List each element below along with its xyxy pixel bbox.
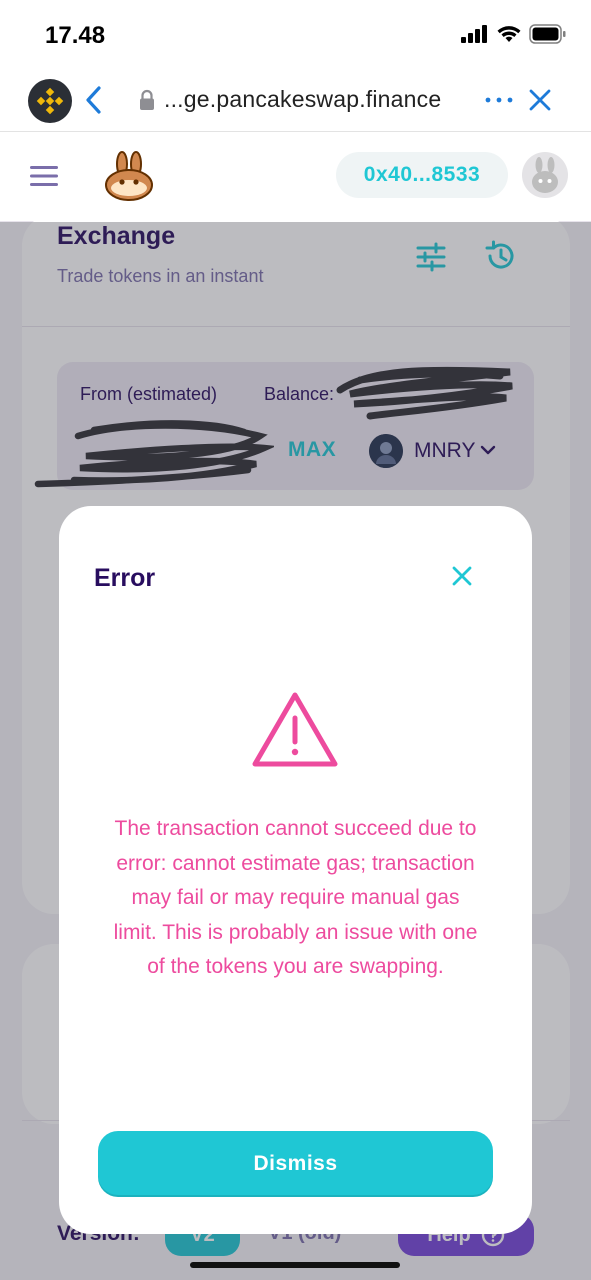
lock-icon [140,89,154,110]
wifi-icon [497,26,521,42]
close-icon[interactable] [452,566,472,586]
account-button[interactable]: 0x40...8533 [336,152,508,198]
warning-triangle-icon [252,692,338,767]
error-message: The transaction cannot succeed due to er… [113,817,478,978]
battery-icon [529,24,566,44]
dismiss-button[interactable]: Dismiss [98,1131,493,1197]
browser-bar: ...ge.pancakeswap.finance [0,68,591,132]
home-indicator [190,1262,400,1268]
site-nav: 0x40...8533 [0,132,591,222]
status-time: 17.48 [45,22,106,49]
close-icon[interactable] [528,88,552,112]
avatar-bunny-icon[interactable] [522,152,568,198]
binance-logo-icon[interactable] [28,79,72,123]
pancake-logo-icon[interactable] [103,150,155,202]
modal-title: Error [94,564,156,592]
status-icons [461,24,567,44]
back-icon[interactable] [82,85,106,115]
url-text[interactable]: ...ge.pancakeswap.finance [164,86,441,113]
signal-icon [461,25,487,43]
menu-icon[interactable] [30,165,58,187]
more-icon[interactable] [484,92,514,108]
status-bar: 17.48 [0,0,591,68]
